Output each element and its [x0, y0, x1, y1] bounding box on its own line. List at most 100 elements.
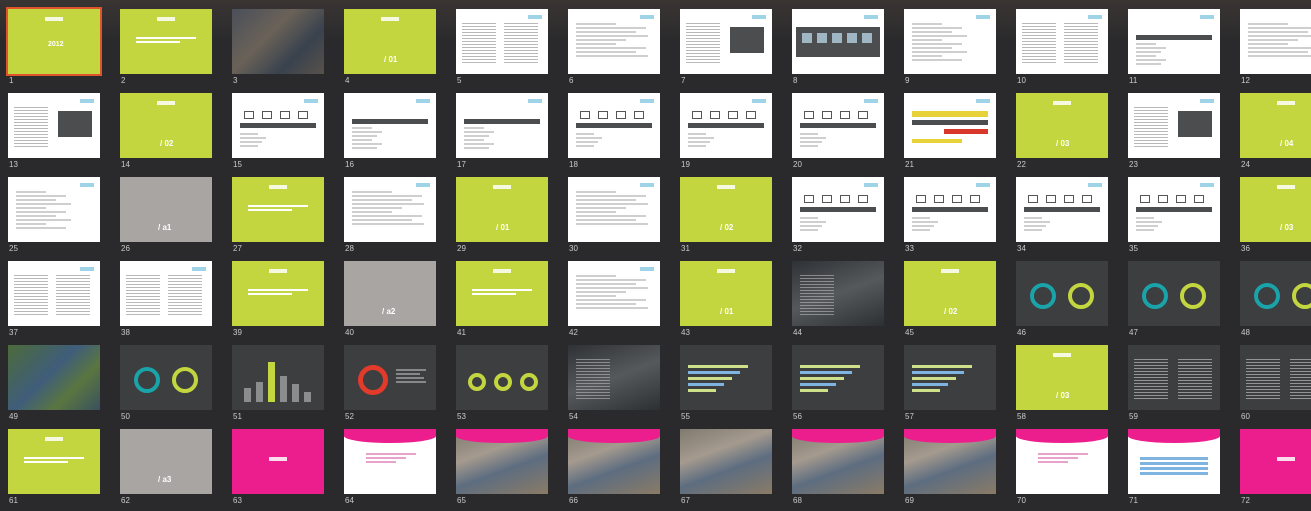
text-line [912, 39, 942, 41]
slide-thumbnail[interactable]: / 03 [1016, 345, 1108, 410]
slide-thumbnail[interactable]: / a1 [120, 177, 212, 242]
slide-thumbnail[interactable] [120, 261, 212, 326]
slide-thumbnail[interactable] [456, 9, 548, 74]
slide-thumbnail[interactable] [904, 345, 996, 410]
slide-thumbnail[interactable] [456, 93, 548, 158]
donut-chart [1142, 283, 1168, 309]
slide-thumbnail[interactable] [904, 93, 996, 158]
slide-thumbnail[interactable] [568, 261, 660, 326]
slide-number: 17 [457, 160, 466, 169]
slide-thumbnail[interactable] [904, 429, 996, 494]
slide-thumbnail[interactable] [232, 177, 324, 242]
slide-thumbnail[interactable] [1128, 261, 1220, 326]
slide-thumbnail[interactable] [1128, 429, 1220, 494]
slide-thumbnail[interactable] [1240, 9, 1311, 74]
bar-mark [800, 377, 844, 380]
slide-thumbnail[interactable] [568, 177, 660, 242]
slide-thumbnail[interactable] [8, 345, 100, 410]
slide-thumbnail[interactable] [232, 261, 324, 326]
slide-thumbnail[interactable]: / 02 [120, 93, 212, 158]
slide-thumbnail[interactable] [232, 345, 324, 410]
text-line [1136, 51, 1161, 53]
slide-thumbnail[interactable] [344, 177, 436, 242]
slide-thumbnail[interactable] [1016, 177, 1108, 242]
slide-thumbnail[interactable] [8, 429, 100, 494]
slide-thumbnail[interactable] [792, 9, 884, 74]
slide-thumbnail[interactable]: / 04 [1240, 93, 1311, 158]
brand-logo [1277, 457, 1295, 461]
slide-thumbnail[interactable]: / a2 [344, 261, 436, 326]
slide-thumbnail[interactable] [792, 93, 884, 158]
text-line [688, 145, 706, 147]
text-line [576, 203, 648, 205]
slide-thumbnail[interactable]: / 02 [680, 177, 772, 242]
text-line [576, 303, 636, 305]
slide-label: / 04 [1280, 139, 1294, 148]
text-line [576, 39, 626, 41]
icon [822, 195, 832, 203]
slide-thumbnail[interactable] [8, 93, 100, 158]
donut-chart [172, 367, 198, 393]
text-line [576, 35, 648, 37]
icon [1176, 195, 1186, 203]
header-band [1128, 429, 1220, 443]
slide-thumbnail[interactable] [8, 177, 100, 242]
slide-thumbnail[interactable]: / 02 [904, 261, 996, 326]
slide-thumbnail[interactable] [1128, 345, 1220, 410]
brand-logo [864, 15, 878, 19]
slide-thumbnail[interactable]: / a3 [120, 429, 212, 494]
slide-thumbnail[interactable] [232, 93, 324, 158]
slide-thumbnail[interactable] [1240, 261, 1311, 326]
slide-thumbnail[interactable] [1240, 345, 1311, 410]
slide-number: 30 [569, 244, 578, 253]
slide-thumbnail[interactable] [1128, 9, 1220, 74]
slide-thumbnail[interactable] [680, 429, 772, 494]
text-column [126, 275, 160, 315]
slide-thumbnail[interactable] [680, 9, 772, 74]
slide-thumbnail[interactable] [904, 9, 996, 74]
slide-thumbnail[interactable] [904, 177, 996, 242]
slide-thumbnail[interactable]: / 01 [680, 261, 772, 326]
slide-thumbnail[interactable] [344, 93, 436, 158]
slide-thumbnail[interactable] [1128, 177, 1220, 242]
slide-thumbnail[interactable] [232, 9, 324, 74]
icon [1028, 195, 1038, 203]
slide-thumbnail[interactable] [456, 345, 548, 410]
slide-thumbnail[interactable] [344, 429, 436, 494]
slide-thumbnail[interactable] [120, 9, 212, 74]
slide-thumbnail[interactable] [568, 429, 660, 494]
text-line [576, 145, 594, 147]
slide-thumbnail[interactable] [456, 261, 548, 326]
slide-thumbnail[interactable] [1016, 261, 1108, 326]
slide-thumbnail[interactable] [1128, 93, 1220, 158]
slide-thumbnail[interactable]: / 03 [1240, 177, 1311, 242]
slide-thumbnail[interactable] [792, 261, 884, 326]
slide-thumbnail[interactable]: 2012 [6, 7, 102, 76]
slide-thumbnail[interactable] [568, 345, 660, 410]
slide-thumbnail[interactable] [456, 429, 548, 494]
slide-thumbnail[interactable] [680, 345, 772, 410]
slide-thumbnail[interactable] [120, 345, 212, 410]
slide-thumbnail[interactable]: / 01 [456, 177, 548, 242]
slide-thumbnail[interactable] [568, 93, 660, 158]
slide-thumbnail[interactable] [792, 345, 884, 410]
slide-thumbnail[interactable] [792, 177, 884, 242]
slide-thumbnail[interactable] [1240, 429, 1311, 494]
slide-thumbnail[interactable] [1016, 429, 1108, 494]
slide-thumbnail[interactable]: / 03 [1016, 93, 1108, 158]
slide-thumbnail[interactable] [568, 9, 660, 74]
text-line [136, 41, 180, 43]
text-line [912, 27, 962, 29]
slide-thumbnail[interactable] [792, 429, 884, 494]
brand-logo [45, 17, 63, 21]
slide-thumbnail[interactable] [680, 93, 772, 158]
slide-thumbnail[interactable] [232, 429, 324, 494]
slide-thumbnail[interactable] [8, 261, 100, 326]
slide-thumbnail[interactable]: / 01 [344, 9, 436, 74]
slide-number: 12 [1241, 76, 1250, 85]
brand-logo [640, 15, 654, 19]
slide-thumbnail[interactable] [344, 345, 436, 410]
brand-logo [1277, 101, 1295, 105]
slide-thumbnail[interactable] [1016, 9, 1108, 74]
text-line [16, 223, 46, 225]
